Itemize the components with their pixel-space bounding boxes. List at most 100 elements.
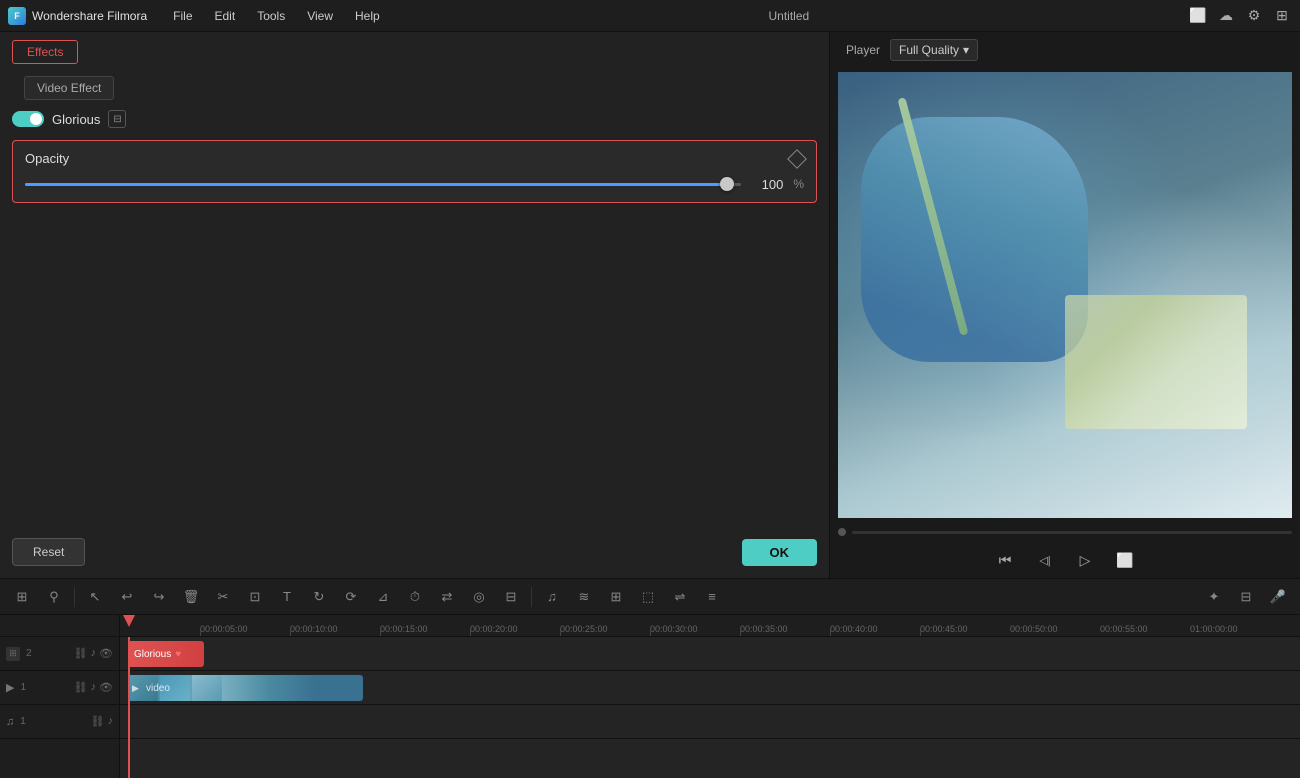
frame-back-button[interactable]: ◁| (1033, 548, 1057, 572)
track-1-controls: ⛓ ♪ 👁 (74, 681, 113, 694)
cloud-icon[interactable]: ☁ (1216, 6, 1236, 26)
layout-icon[interactable]: ⊞ (1272, 6, 1292, 26)
settings-icon[interactable]: ⚙ (1244, 6, 1264, 26)
chevron-down-icon: ▾ (963, 43, 969, 57)
audio-icon[interactable]: ♫ (538, 583, 566, 611)
menu-bar: F Wondershare Filmora File Edit Tools Vi… (0, 0, 1300, 32)
crop-preview-button[interactable]: ⬜ (1113, 548, 1137, 572)
track-1-eye-icon[interactable]: 👁 (99, 681, 113, 694)
quality-dropdown[interactable]: Full Quality ▾ (890, 39, 978, 61)
multitrack-icon[interactable]: ⊞ (8, 583, 36, 611)
track-area: Glorious ♥ ▶ video (120, 637, 1300, 778)
loop-icon[interactable]: ⟳ (337, 583, 365, 611)
audio-track-controls: ⛓ ♪ (91, 715, 113, 728)
toolbar-sep-1 (74, 587, 75, 607)
menu-file[interactable]: File (163, 5, 202, 27)
magnet-icon[interactable]: ⚲ (40, 583, 68, 611)
video-effect-button[interactable]: Video Effect (24, 76, 114, 100)
effect-info-icon[interactable]: ⊟ (108, 110, 126, 128)
menu-edit[interactable]: Edit (205, 5, 246, 27)
rotate-icon[interactable]: ↻ (305, 583, 333, 611)
menu-help[interactable]: Help (345, 5, 390, 27)
glove-decoration (861, 117, 1088, 362)
redo-icon[interactable]: ↪ (145, 583, 173, 611)
ruler-mark-5: 00:00:25:00 (560, 624, 608, 634)
play-button[interactable]: ▷ (1073, 548, 1097, 572)
top-right-icons: ⬜ ☁ ⚙ ⊞ (1188, 6, 1292, 26)
progress-dot[interactable] (838, 528, 846, 536)
cursor-icon[interactable]: ↖ (81, 583, 109, 611)
ruler-mark-12: 01:00:00:00 (1190, 624, 1238, 634)
ruler-line-4 (470, 630, 471, 636)
clip-video-label: video (146, 683, 170, 694)
quality-label: Full Quality (899, 43, 959, 57)
glorious-toggle[interactable] (12, 111, 44, 127)
toolbar-sep-2 (531, 587, 532, 607)
toolbar-right: ✦ ⊟ 🎤 (1200, 583, 1292, 611)
clip-thumb-3 (192, 675, 222, 701)
track-2-link-icon[interactable]: ⛓ (74, 647, 88, 660)
cut-icon[interactable]: ✂ (209, 583, 237, 611)
track-1-num: 1 (20, 682, 32, 693)
menu-view[interactable]: View (297, 5, 343, 27)
clip-icon[interactable]: ⊞ (602, 583, 630, 611)
opacity-value: 100 (751, 177, 783, 192)
track-2-audio-icon[interactable]: ♪ (91, 647, 97, 660)
effects-tab[interactable]: Effects (12, 40, 78, 64)
normalize-icon[interactable]: ≋ (570, 583, 598, 611)
reset-button[interactable]: Reset (12, 538, 85, 566)
mirror-icon[interactable]: ⇄ (433, 583, 461, 611)
transition-icon[interactable]: ⇌ (666, 583, 694, 611)
playhead[interactable] (128, 637, 130, 778)
app-title: Untitled (390, 9, 1188, 23)
clock-icon[interactable]: ⏱ (401, 583, 429, 611)
add-track-icon[interactable]: ⊞ (6, 647, 20, 661)
track-label-video: ▶ 1 ⛓ ♪ 👁 (0, 671, 119, 705)
track-1-audio-icon[interactable]: ♪ (91, 681, 97, 694)
ok-button[interactable]: OK (742, 539, 818, 566)
layers-icon[interactable]: ⊟ (1232, 583, 1260, 611)
app-logo: F Wondershare Filmora (8, 7, 147, 25)
menu-tools[interactable]: Tools (247, 5, 295, 27)
delete-icon[interactable]: 🗑 (177, 583, 205, 611)
opacity-slider[interactable] (25, 176, 741, 192)
crop-icon[interactable]: ⊡ (241, 583, 269, 611)
slider-thumb[interactable] (720, 177, 734, 191)
audio-track-vol-icon[interactable]: ♪ (108, 715, 114, 728)
monitor-icon[interactable]: ⬜ (1188, 6, 1208, 26)
video-clip[interactable]: ▶ video (128, 675, 363, 701)
track-1-link-icon[interactable]: ⛓ (74, 681, 88, 694)
audio-track-icon: ♫ (6, 716, 14, 728)
opacity-label: Opacity (25, 151, 69, 166)
slider-fill (25, 183, 727, 186)
audio-track-row (120, 705, 1300, 739)
adjust-icon[interactable]: ⊟ (497, 583, 525, 611)
keyframe-diamond-icon[interactable] (787, 149, 807, 169)
ruler-line-8 (830, 630, 831, 636)
track-2-num: 2 (26, 648, 38, 659)
progress-track[interactable] (852, 531, 1292, 534)
transform-icon[interactable]: ⊿ (369, 583, 397, 611)
undo-icon[interactable]: ↩ (113, 583, 141, 611)
cam-icon[interactable]: ⬚ (634, 583, 662, 611)
mask-icon[interactable]: ◎ (465, 583, 493, 611)
text-icon[interactable]: T (273, 583, 301, 611)
ruler-mark-10: 00:00:50:00 (1010, 624, 1058, 634)
ruler-mark-1: 00:00:05:00 (200, 624, 248, 634)
ruler-line-5 (560, 630, 561, 636)
opacity-header: Opacity (25, 151, 804, 166)
mic-icon[interactable]: 🎤 (1264, 583, 1292, 611)
effect-name-label: Glorious (52, 112, 100, 127)
track-label-effect: ⊞ 2 ⛓ ♪ 👁 (0, 637, 119, 671)
audio-track-link-icon[interactable]: ⛓ (91, 715, 105, 728)
slider-track (25, 183, 741, 186)
glorious-clip[interactable]: Glorious ♥ (128, 641, 204, 667)
ruler-spacer (0, 615, 119, 637)
ruler-mark-11: 00:00:55:00 (1100, 624, 1148, 634)
ruler-mark-6: 00:00:30:00 (650, 624, 698, 634)
tune-icon[interactable]: ≡ (698, 583, 726, 611)
player-controls: ⏮ ◁| ▷ ⬜ (830, 542, 1300, 578)
step-back-button[interactable]: ⏮ (993, 548, 1017, 572)
render-icon[interactable]: ✦ (1200, 583, 1228, 611)
track-2-eye-icon[interactable]: 👁 (99, 647, 113, 660)
